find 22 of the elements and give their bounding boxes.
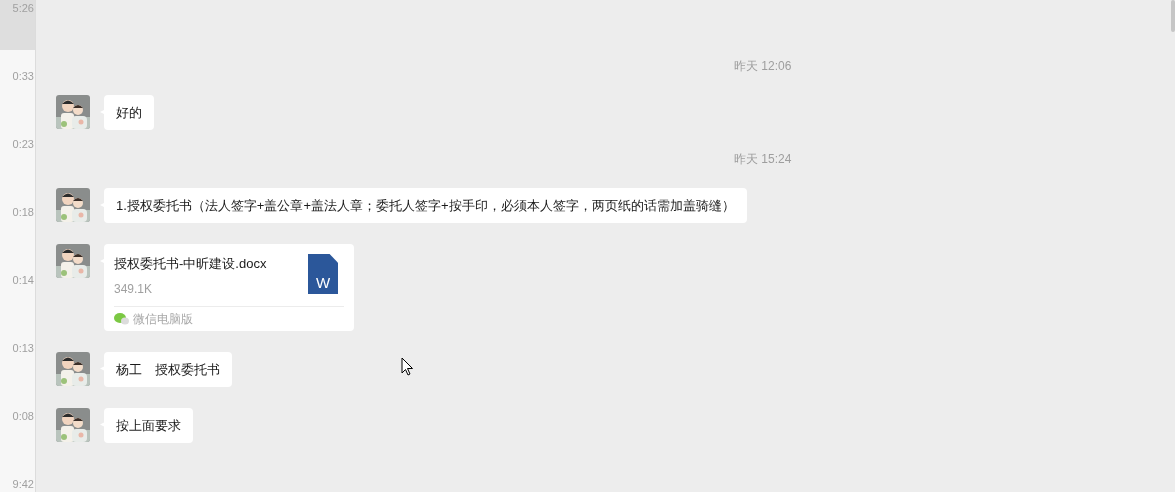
chat-bubbles-icon: [114, 312, 129, 325]
message-bubble: 好的: [104, 95, 154, 130]
chat-list-item[interactable]: 0:23: [0, 136, 35, 204]
chat-list-item[interactable]: 0:33: [0, 68, 35, 136]
chat-list-item[interactable]: 0:13: [0, 340, 35, 408]
message-bubble: 1.授权委托书（法人签字+盖公章+盖法人章；委托人签字+按手印，必须本人签字，两页纸的话需加盖骑缝）: [104, 188, 747, 223]
chat-list-item[interactable]: 0:08: [0, 408, 35, 476]
scrollbar[interactable]: [1171, 0, 1175, 32]
chat-list-item[interactable]: 9:42: [0, 476, 35, 492]
chat-list-item[interactable]: 0:14: [0, 272, 35, 340]
message-bubble: 杨工 授权委托书: [104, 351, 232, 387]
chat-list-item[interactable]: 0:18: [0, 204, 35, 272]
message-bubble: 按上面要求: [104, 407, 193, 443]
message-timestamp: 昨天 15:24: [734, 151, 792, 167]
file-name: 授权委托书-中昕建设.docx: [114, 255, 267, 273]
file-card[interactable]: 授权委托书-中昕建设.docx 349.1K W 微信电脑版: [104, 244, 354, 331]
document-icon: W: [308, 254, 338, 294]
cursor-icon: [401, 357, 414, 376]
file-source: 微信电脑版: [133, 310, 193, 328]
file-size: 349.1K: [114, 280, 154, 298]
message-timestamp: 昨天 12:06: [734, 58, 792, 74]
chat-list-item[interactable]: 5:26: [0, 0, 35, 50]
